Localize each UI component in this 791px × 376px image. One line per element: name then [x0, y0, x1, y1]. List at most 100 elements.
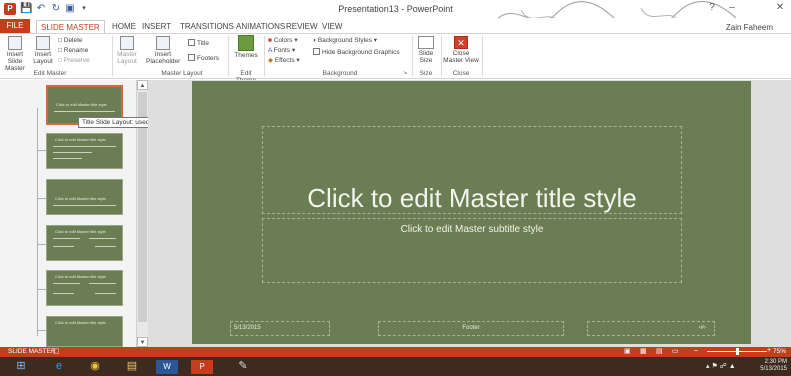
close-master-view-label: Close Master View — [443, 50, 479, 64]
layout-thumbnail-comparison[interactable]: Click to edit Master title style — [46, 270, 123, 306]
paint-icon[interactable]: ✎ — [228, 358, 258, 375]
layout-thumbnail-title-only[interactable]: Click to edit Master title style — [46, 316, 123, 347]
insert-slide-master-button[interactable]: Insert Slide Master — [2, 36, 28, 72]
windows-taskbar: ⊞ e ◉ ▤ W P ✎ ▴ ⚑ ☍ ▲ 2:30 PM 5/13/2015 — [0, 357, 791, 376]
master-layout-icon — [120, 36, 134, 50]
master-layout-button[interactable]: Master Layout — [116, 36, 138, 65]
layout-connector — [37, 198, 46, 199]
footers-checkbox-box — [188, 54, 195, 61]
footer-text[interactable]: Footer — [379, 325, 563, 331]
group-separator — [228, 36, 229, 76]
thumbnail-title-text: Click to edit Master title style — [55, 320, 106, 325]
delete-button[interactable]: □ Delete — [58, 37, 83, 45]
layout-connector — [37, 244, 46, 245]
slide-canvas[interactable]: Click to edit Master title style Click t… — [192, 81, 751, 344]
group-separator — [264, 36, 265, 76]
layout-connector — [37, 150, 46, 151]
start-button-icon[interactable]: ⊞ — [6, 358, 36, 375]
zoom-slider-handle[interactable] — [736, 348, 739, 355]
thumbnail-line — [53, 246, 74, 247]
normal-view-icon[interactable]: ▣ — [624, 347, 631, 355]
slide-size-icon — [418, 36, 434, 49]
background-dialog-launcher-icon[interactable]: ↘ — [403, 69, 407, 77]
title-checkbox[interactable]: Title — [188, 39, 209, 48]
slide-title-text[interactable]: Click to edit Master title style — [263, 183, 681, 214]
close-group-label: Close — [452, 70, 470, 77]
powerpoint-taskbar-icon[interactable]: P — [191, 360, 213, 374]
delete-label: Delete — [63, 37, 83, 44]
slide-number-placeholder[interactable]: ‹#› — [587, 321, 715, 336]
zoom-level[interactable]: 75% — [773, 348, 786, 355]
chrome-icon[interactable]: ◉ — [80, 358, 110, 375]
subtitle-placeholder[interactable]: Click to edit Master subtitle style — [262, 218, 682, 283]
date-placeholder[interactable]: 5/13/2015 — [230, 321, 330, 336]
date-text[interactable]: 5/13/2015 — [234, 325, 261, 331]
tab-animations[interactable]: ANIMATIONS — [232, 20, 289, 34]
colors-dropdown[interactable]: ■ Colors ▾ — [268, 37, 298, 45]
hide-background-graphics-checkbox[interactable]: Hide Background Graphics — [313, 48, 400, 57]
preserve-button[interactable]: □ Preserve — [58, 57, 90, 65]
slide-show-icon[interactable]: ▭ — [672, 347, 679, 355]
user-account[interactable]: Zain Faheem — [726, 23, 773, 32]
insert-slide-master-icon — [8, 36, 22, 50]
master-layout-group-label: Master Layout — [161, 70, 203, 77]
delete-icon: □ — [58, 37, 62, 44]
insert-placeholder-button[interactable]: Insert Placeholder — [146, 36, 180, 65]
layout-connector — [37, 289, 46, 290]
tab-insert[interactable]: INSERT — [138, 20, 175, 34]
footers-checkbox[interactable]: Footers — [188, 54, 219, 63]
fonts-dropdown[interactable]: A Fonts ▾ — [268, 47, 295, 55]
effects-dropdown[interactable]: ◆ Effects ▾ — [268, 57, 300, 65]
close-master-view-button[interactable]: ✕ Close Master View — [443, 36, 479, 64]
help-icon[interactable]: ? — [705, 2, 719, 14]
group-separator — [441, 36, 442, 76]
scroll-up-icon[interactable]: ▲ — [137, 80, 148, 90]
thumbnail-line — [53, 152, 92, 153]
internet-explorer-icon[interactable]: e — [44, 358, 74, 375]
minimize-icon[interactable]: – — [725, 2, 739, 14]
layout-thumbnail-two-content[interactable]: Click to edit Master title style — [46, 225, 123, 261]
word-taskbar-icon[interactable]: W — [156, 360, 178, 374]
scroll-down-icon[interactable]: ▼ — [137, 337, 148, 347]
tab-transitions[interactable]: TRANSITIONS — [176, 20, 238, 34]
zoom-in-icon[interactable]: + — [767, 347, 771, 354]
insert-layout-button[interactable]: Insert Layout — [32, 36, 54, 65]
tab-home[interactable]: HOME — [108, 20, 140, 34]
hide-background-graphics-label: Hide Background Graphics — [322, 49, 400, 56]
zoom-out-icon[interactable]: – — [694, 347, 698, 354]
layout-thumbnail-title-content[interactable]: Click to edit Master title style — [46, 133, 123, 169]
layout-connector — [37, 330, 46, 331]
slide-editing-area: Click to edit Master title style Click t… — [148, 80, 791, 347]
effects-label: Effects — [274, 57, 295, 64]
group-separator — [482, 36, 483, 76]
close-icon[interactable]: ✕ — [773, 2, 787, 14]
themes-button[interactable]: Themes — [232, 35, 260, 59]
tab-view[interactable]: VIEW — [318, 20, 346, 34]
ribbon: Insert Slide Master Insert Layout □ Dele… — [0, 33, 791, 84]
file-explorer-icon[interactable]: ▤ — [117, 358, 147, 375]
slide-subtitle-text[interactable]: Click to edit Master subtitle style — [263, 224, 681, 235]
colors-icon: ■ — [268, 37, 272, 44]
layout-thumbnail-section-header[interactable]: Click to edit Master title style — [46, 179, 123, 215]
clock[interactable]: 2:30 PM 5/13/2015 — [760, 359, 787, 373]
colors-label: Colors — [273, 37, 293, 44]
view-mode-label: SLIDE MASTER — [8, 348, 56, 355]
system-tray-icons[interactable]: ▴ ⚑ ☍ ▲ — [706, 362, 736, 370]
slide-sorter-icon[interactable]: ▦ — [640, 347, 647, 355]
background-styles-label: Background Styles — [317, 37, 372, 44]
tab-review[interactable]: REVIEW — [282, 20, 322, 34]
thumbnail-line — [54, 111, 115, 112]
rename-button[interactable]: □ Rename — [58, 47, 88, 55]
reading-view-icon[interactable]: ▤ — [656, 347, 663, 355]
tab-slide-master[interactable]: SLIDE MASTER — [36, 20, 105, 34]
slide-size-button[interactable]: Slide Size — [414, 36, 438, 64]
language-icon[interactable]: ▢ — [53, 347, 60, 355]
title-bar: P 💾 ↶ ↻ ▣ ▾ Presentation13 - PowerPoint … — [0, 0, 791, 33]
footer-placeholder[interactable]: Footer — [378, 321, 564, 336]
tab-file[interactable]: FILE — [0, 19, 30, 33]
thumbnail-line — [53, 146, 116, 147]
slide-number-text[interactable]: ‹#› — [699, 325, 706, 331]
title-placeholder[interactable]: Click to edit Master title style — [262, 126, 682, 214]
background-styles-dropdown[interactable]: ◑ Background Styles ▾ — [312, 37, 377, 45]
themes-label: Themes — [234, 52, 258, 59]
